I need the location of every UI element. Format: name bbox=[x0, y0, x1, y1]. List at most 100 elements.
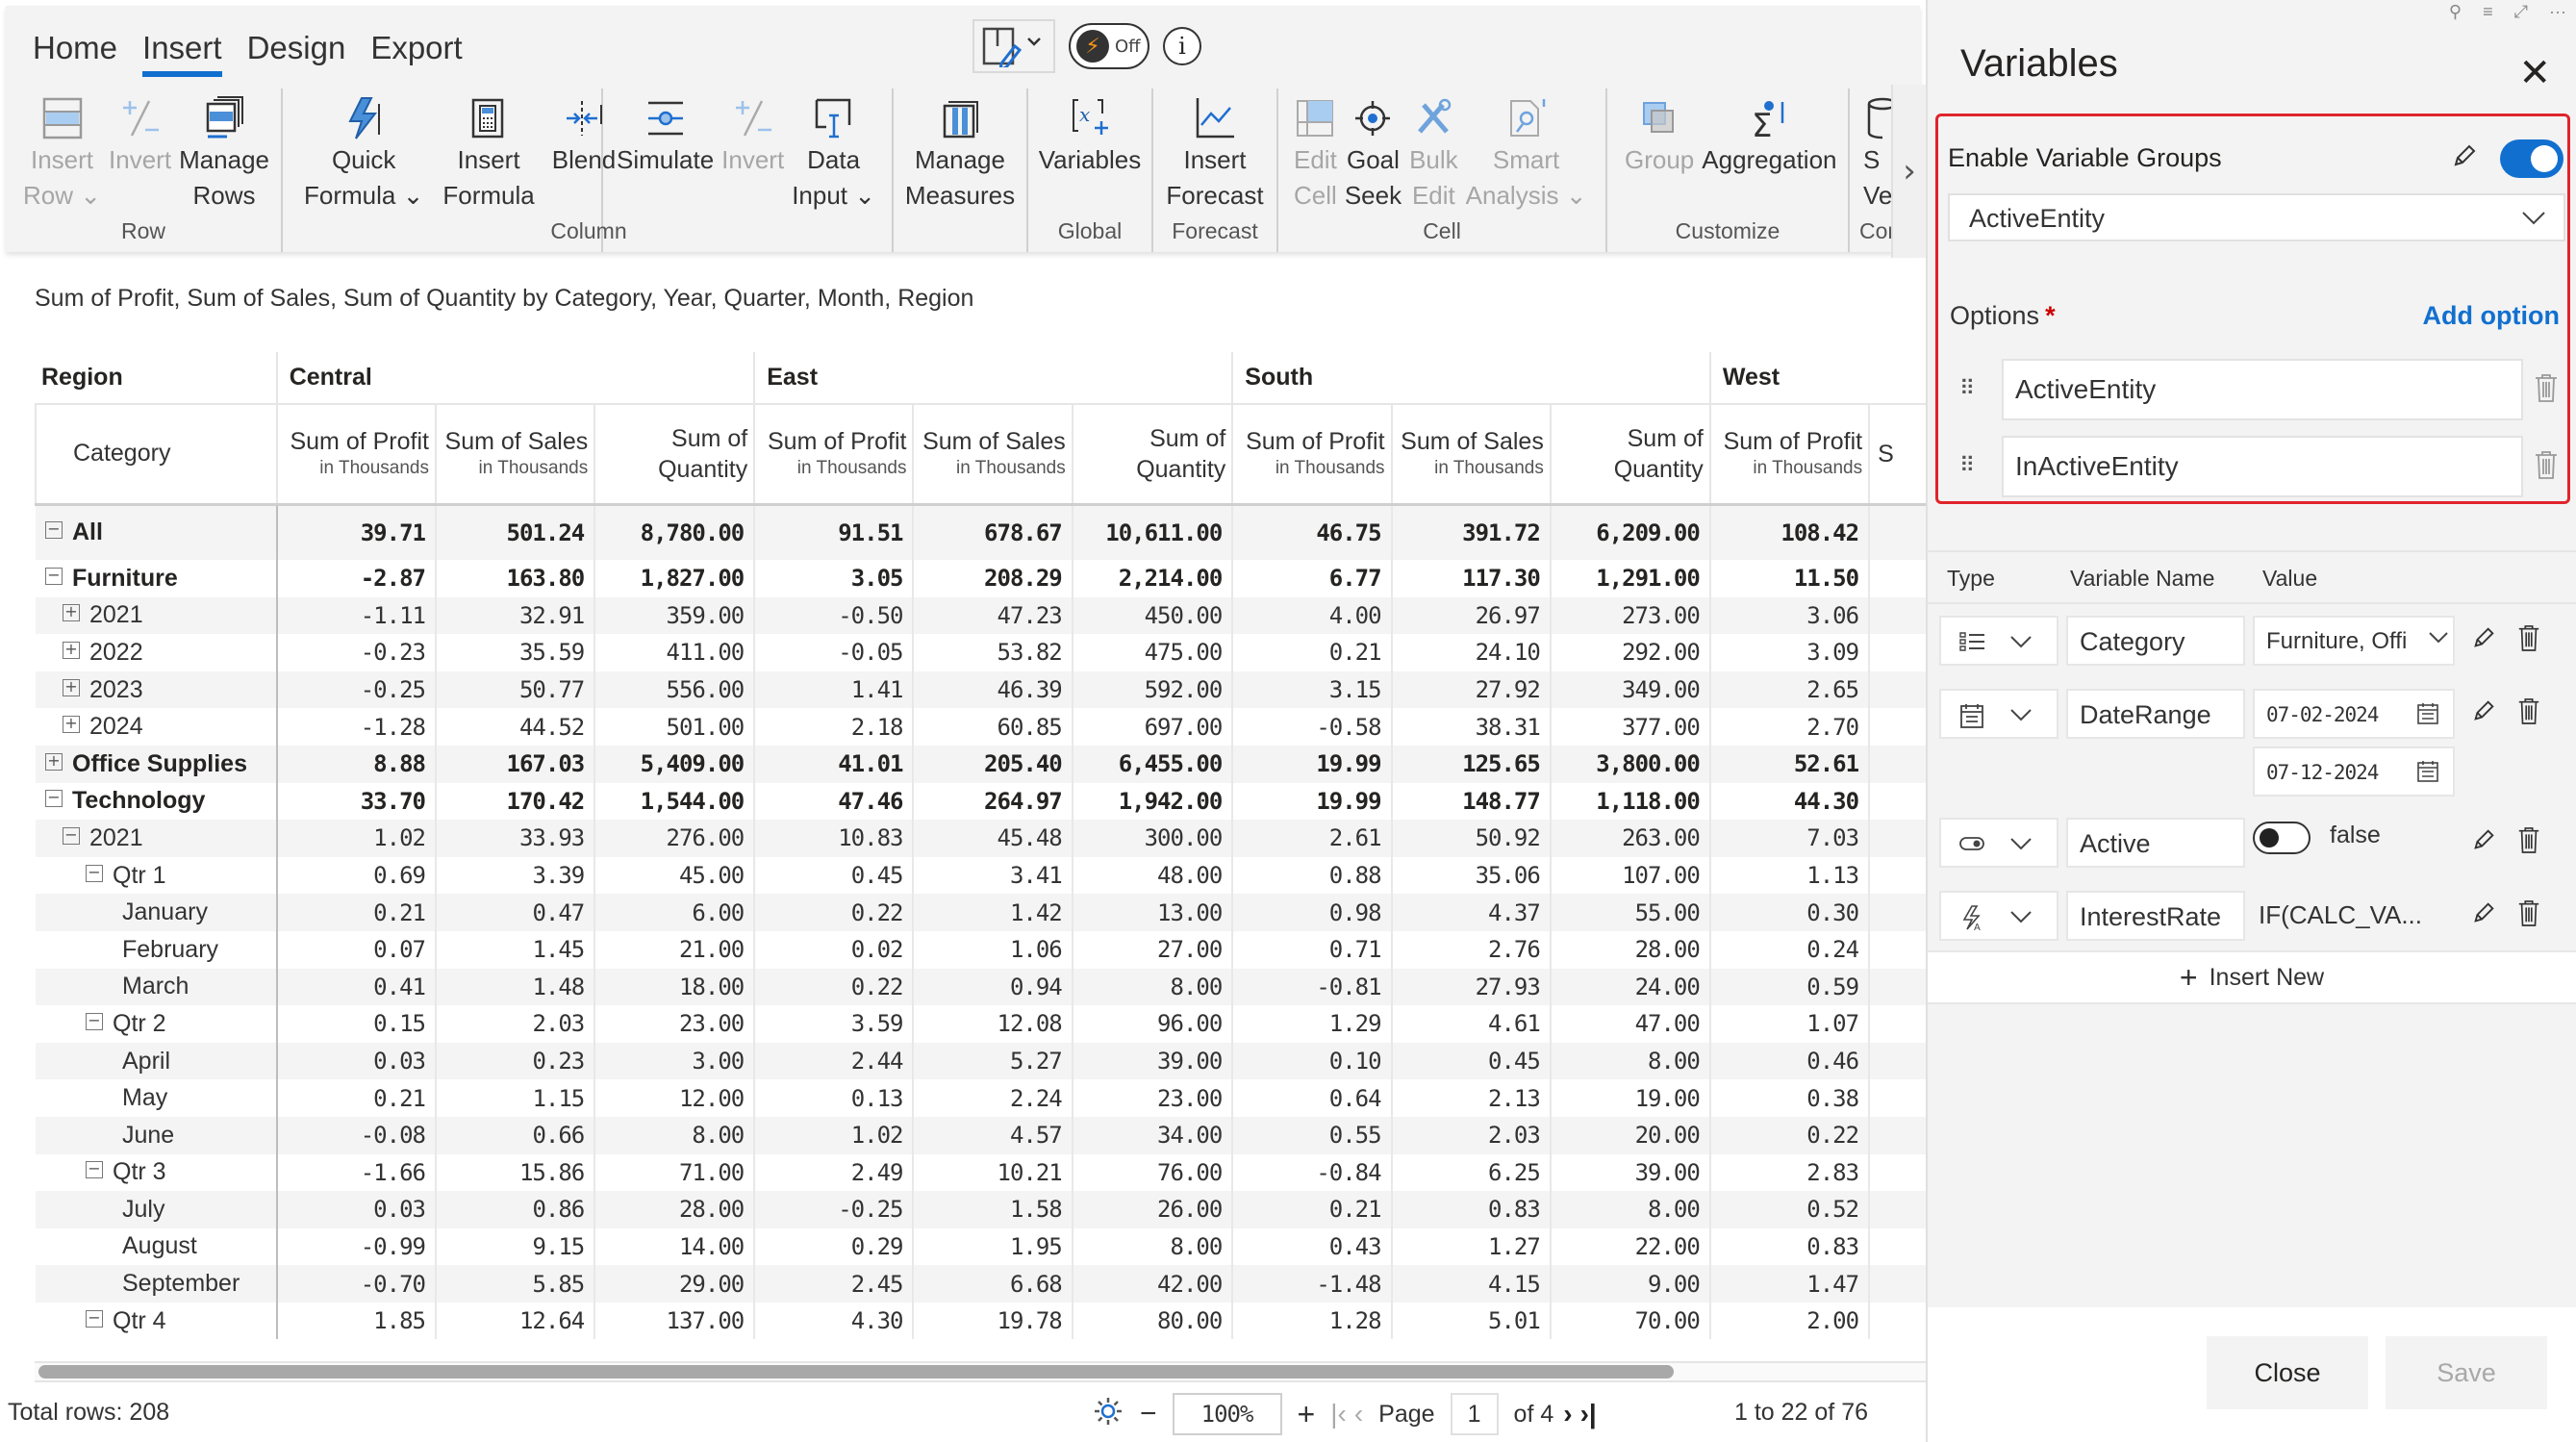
value-cell[interactable]: 292.00 bbox=[1549, 634, 1710, 671]
value-cell[interactable]: 28.00 bbox=[593, 1191, 755, 1228]
value-cell[interactable]: 2.83 bbox=[1708, 1153, 1870, 1192]
value-cell[interactable]: -1.28 bbox=[275, 708, 436, 746]
value-cell[interactable]: -1.66 bbox=[275, 1153, 436, 1192]
value-cell[interactable]: 41.01 bbox=[753, 745, 914, 783]
value-cell[interactable]: 1.07 bbox=[1708, 1005, 1870, 1043]
save-button[interactable]: Save bbox=[2386, 1336, 2547, 1409]
value-cell[interactable]: 0.24 bbox=[1708, 930, 1870, 969]
value-cell[interactable]: 55.00 bbox=[1549, 894, 1710, 931]
value-cell[interactable]: 1.13 bbox=[1708, 856, 1870, 895]
value-cell[interactable]: 475.00 bbox=[1071, 634, 1233, 671]
group-select[interactable]: ActiveEntity bbox=[1948, 193, 2565, 241]
value-cell[interactable]: 556.00 bbox=[593, 670, 755, 709]
value-cell[interactable]: 46.39 bbox=[912, 670, 1073, 709]
value-cell[interactable]: 19.00 bbox=[1549, 1079, 1710, 1117]
value-cell[interactable]: 1.06 bbox=[912, 930, 1073, 969]
value-cell[interactable]: 27.92 bbox=[1390, 670, 1551, 709]
value-cell[interactable]: -0.81 bbox=[1231, 968, 1392, 1006]
value-cell[interactable]: 2.03 bbox=[1390, 1116, 1551, 1154]
value-cell[interactable]: 80.00 bbox=[1071, 1302, 1233, 1340]
value-cell[interactable]: 263.00 bbox=[1549, 820, 1710, 857]
tab-export[interactable]: Export bbox=[365, 27, 481, 77]
value-cell[interactable]: 39.00 bbox=[1549, 1153, 1710, 1192]
next-page-button[interactable]: › bbox=[1563, 1399, 1572, 1429]
info-button[interactable]: i bbox=[1163, 27, 1201, 65]
value-cell[interactable]: 4.30 bbox=[753, 1302, 914, 1340]
zoom-in-button[interactable]: + bbox=[1298, 1397, 1316, 1432]
value-cell[interactable]: 29.00 bbox=[593, 1265, 755, 1303]
expand-icon[interactable]: + bbox=[63, 641, 80, 659]
value-cell[interactable]: 15.86 bbox=[434, 1153, 595, 1192]
value-cell[interactable]: 4.57 bbox=[912, 1116, 1073, 1154]
value-cell[interactable]: 12.00 bbox=[593, 1079, 755, 1117]
value-cell[interactable]: 28.00 bbox=[1549, 930, 1710, 969]
value-cell[interactable]: 13.00 bbox=[1071, 894, 1233, 931]
value-cell[interactable]: 2.61 bbox=[1231, 820, 1392, 857]
value-cell[interactable]: 21.00 bbox=[593, 930, 755, 969]
value-cell[interactable]: 2.13 bbox=[1390, 1079, 1551, 1117]
value-cell[interactable]: 33.93 bbox=[434, 820, 595, 857]
value-cell[interactable]: 6.77 bbox=[1231, 560, 1392, 597]
value-cell[interactable]: 273.00 bbox=[1549, 596, 1710, 635]
value-cell[interactable]: 8.88 bbox=[275, 745, 436, 783]
value-cell[interactable]: 5.27 bbox=[912, 1042, 1073, 1080]
page-number-input[interactable]: 1 bbox=[1450, 1393, 1499, 1435]
value-cell[interactable]: 70.00 bbox=[1549, 1302, 1710, 1340]
horizontal-scrollbar[interactable] bbox=[35, 1361, 1926, 1382]
value-cell[interactable]: 52.61 bbox=[1708, 745, 1870, 783]
region-central[interactable]: Central bbox=[275, 352, 755, 404]
value-cell[interactable]: 0.86 bbox=[434, 1191, 595, 1228]
value-cell[interactable]: -0.99 bbox=[275, 1227, 436, 1266]
value-cell[interactable]: 1.95 bbox=[912, 1227, 1073, 1266]
layout-edit-button[interactable] bbox=[972, 19, 1055, 73]
collapse-icon[interactable]: − bbox=[45, 567, 63, 585]
value-cell[interactable]: 8.00 bbox=[1549, 1042, 1710, 1080]
value-cell[interactable]: 8.00 bbox=[1071, 1227, 1233, 1266]
expand-icon[interactable]: + bbox=[63, 678, 80, 696]
value-cell[interactable]: 45.48 bbox=[912, 820, 1073, 857]
measure-header[interactable]: Sum of Quantity bbox=[593, 403, 755, 504]
expand-icon[interactable]: + bbox=[45, 752, 63, 771]
value-cell[interactable]: 108.42 bbox=[1708, 502, 1870, 560]
value-cell[interactable]: 48.00 bbox=[1071, 856, 1233, 895]
value-cell[interactable]: 1,291.00 bbox=[1549, 560, 1710, 597]
value-cell[interactable]: 91.51 bbox=[753, 502, 914, 560]
measure-header[interactable]: Sum of Profit in Thousands bbox=[275, 403, 436, 504]
value-cell[interactable]: 3.59 bbox=[753, 1005, 914, 1043]
value-cell[interactable]: 47.46 bbox=[753, 782, 914, 821]
value-cell[interactable]: -0.25 bbox=[275, 670, 436, 709]
close-button[interactable]: Close bbox=[2207, 1336, 2368, 1409]
value-cell[interactable]: -0.50 bbox=[753, 596, 914, 635]
value-cell[interactable]: 0.38 bbox=[1708, 1079, 1870, 1117]
value-cell[interactable]: 1.85 bbox=[275, 1302, 436, 1340]
value-cell[interactable]: 6.00 bbox=[593, 894, 755, 931]
value-cell[interactable]: 6,209.00 bbox=[1549, 502, 1710, 560]
tab-design[interactable]: Design bbox=[241, 27, 366, 77]
value-cell[interactable]: 0.22 bbox=[753, 894, 914, 931]
delete-variable-button[interactable] bbox=[2516, 696, 2541, 730]
value-cell[interactable]: 4.00 bbox=[1231, 596, 1392, 635]
value-cell[interactable]: 678.67 bbox=[912, 502, 1073, 560]
value-cell[interactable]: 2.49 bbox=[753, 1153, 914, 1192]
option-input[interactable]: InActiveEntity bbox=[2002, 436, 2523, 497]
variable-formula-value[interactable]: IF(CALC_VA... bbox=[2253, 891, 2455, 941]
edit-variable-button[interactable] bbox=[2470, 696, 2497, 730]
type-select[interactable] bbox=[1939, 689, 2058, 739]
type-select[interactable] bbox=[1939, 616, 2058, 666]
value-cell[interactable]: 33.70 bbox=[275, 782, 436, 821]
measure-header[interactable]: Sum of Sales in Thousands bbox=[1390, 403, 1551, 504]
value-cell[interactable]: 0.22 bbox=[753, 968, 914, 1006]
value-cell[interactable]: 47.23 bbox=[912, 596, 1073, 635]
delete-variable-button[interactable] bbox=[2516, 825, 2541, 859]
value-cell[interactable]: 137.00 bbox=[593, 1302, 755, 1340]
value-cell[interactable]: 53.82 bbox=[912, 634, 1073, 671]
value-cell[interactable]: 1,118.00 bbox=[1549, 782, 1710, 821]
measure-header[interactable]: Sum of Quantity bbox=[1071, 403, 1233, 504]
value-cell[interactable]: 117.30 bbox=[1390, 560, 1551, 597]
value-cell[interactable]: 24.10 bbox=[1390, 634, 1551, 671]
focus-mode-icon[interactable]: ⤢ bbox=[2514, 2, 2528, 22]
delete-variable-button[interactable] bbox=[2516, 898, 2541, 932]
value-cell[interactable]: 27.93 bbox=[1390, 968, 1551, 1006]
insert-new-variable-button[interactable]: + Insert New bbox=[1928, 950, 2576, 1004]
value-cell[interactable]: 148.77 bbox=[1390, 782, 1551, 821]
